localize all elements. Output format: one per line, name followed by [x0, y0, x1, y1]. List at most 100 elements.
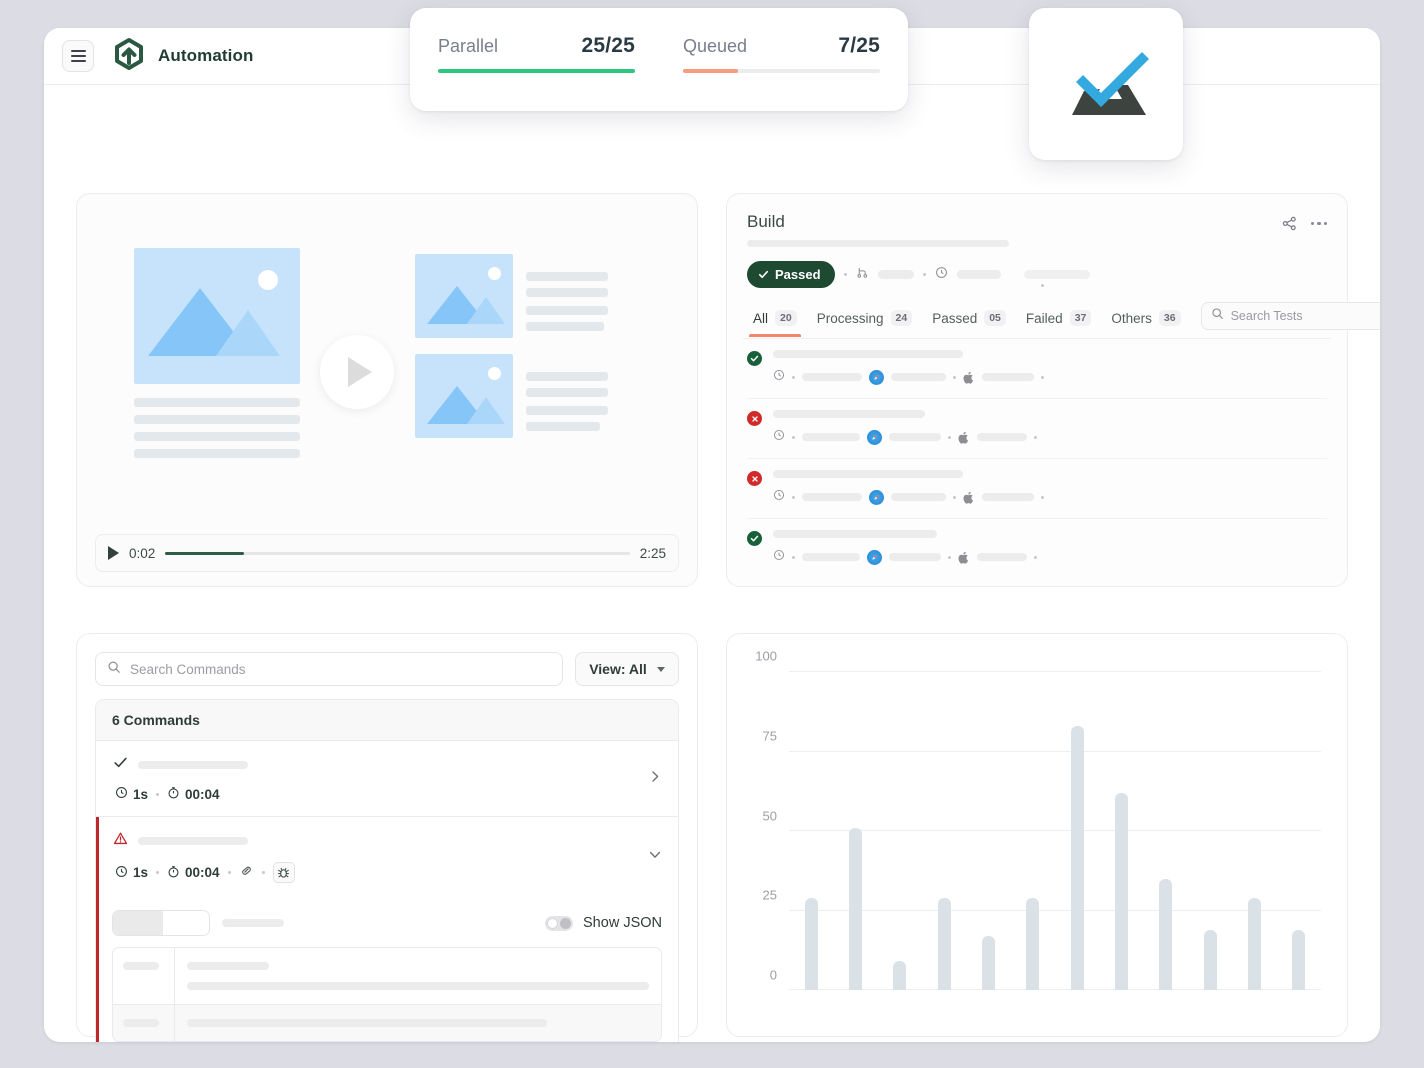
test-row-body: [773, 350, 1327, 386]
status-pass-icon: [747, 351, 762, 366]
hamburger-icon[interactable]: [62, 40, 94, 72]
test-row-body: [773, 530, 1327, 566]
separator-dot: [1041, 496, 1044, 499]
chevron-right-icon[interactable]: [648, 769, 662, 788]
separator-dot: [262, 871, 265, 874]
check-icon: [113, 755, 128, 775]
warning-triangle-icon: [113, 831, 128, 851]
test-row[interactable]: [747, 339, 1327, 399]
stat-progress-track: [683, 69, 880, 73]
chart-bar[interactable]: [1071, 726, 1084, 990]
command-detail: Show JSON: [96, 897, 678, 1042]
stat-label: Queued: [683, 36, 747, 57]
test-row-meta: [773, 548, 1327, 566]
more-horizontal-icon[interactable]: [1311, 222, 1328, 226]
search-commands-field[interactable]: [95, 652, 563, 686]
chevron-down-icon[interactable]: [648, 848, 662, 867]
tab-count: 05: [984, 310, 1006, 326]
product-logo-badge: [1029, 8, 1183, 160]
safari-browser-icon: [867, 550, 882, 565]
command-timestamp: 00:04: [167, 786, 220, 802]
status-badge-label: Passed: [775, 267, 821, 282]
tab-all[interactable]: All20: [743, 304, 807, 336]
chart-bar[interactable]: [849, 828, 862, 990]
separator-dot: [948, 556, 951, 559]
page-title: Automation: [158, 46, 253, 66]
chart-bar[interactable]: [1292, 930, 1305, 990]
screenshot-root: Automation: [0, 0, 1424, 1068]
status-badge: Passed: [747, 261, 835, 288]
command-row[interactable]: 1s 00:04: [96, 817, 678, 897]
stat-progress-fill: [438, 69, 635, 73]
play-icon[interactable]: [108, 546, 119, 560]
clock-icon: [773, 488, 785, 506]
tab-passed[interactable]: Passed05: [922, 304, 1016, 336]
test-row-meta: [773, 488, 1327, 506]
separator-dot: [923, 273, 926, 276]
clock-icon: [773, 548, 785, 566]
search-commands-input[interactable]: [130, 662, 551, 677]
tab-others[interactable]: Others 36: [1101, 304, 1190, 336]
safari-browser-icon: [869, 490, 884, 505]
tab-label: Others: [1111, 311, 1152, 326]
parallel-stats-card: Parallel25/25Queued7/25: [410, 8, 908, 111]
share-icon[interactable]: [1282, 216, 1297, 231]
tab-label: Failed: [1026, 311, 1063, 326]
detail-table: [112, 947, 662, 1042]
chart-bar[interactable]: [1115, 793, 1128, 990]
tab-count: 36: [1159, 310, 1181, 326]
test-row[interactable]: [747, 519, 1327, 578]
view-filter-select[interactable]: View: All: [575, 652, 679, 686]
toggle-switch-icon[interactable]: [545, 916, 573, 931]
search-tests-input[interactable]: [1231, 309, 1380, 323]
stat-progress-fill: [683, 69, 738, 73]
show-json-toggle-row[interactable]: Show JSON: [545, 915, 662, 931]
bar-chart: 1007550250: [727, 634, 1347, 1036]
table-row: [113, 1005, 661, 1041]
chart-plot-area: 1007550250: [789, 672, 1321, 990]
apple-icon: [958, 551, 970, 564]
chart-bar[interactable]: [805, 898, 818, 990]
video-scrubber[interactable]: [165, 552, 629, 555]
chart-bar[interactable]: [1248, 898, 1261, 990]
y-axis-tick: 0: [770, 968, 777, 983]
chart-bar[interactable]: [1026, 898, 1039, 990]
clock-icon: [115, 865, 128, 881]
chart-bar[interactable]: [1159, 879, 1172, 990]
placeholder-image-large: [134, 248, 300, 384]
git-branch-icon: [856, 266, 869, 284]
play-circle-icon[interactable]: [320, 335, 394, 409]
build-panel: Build: [726, 193, 1348, 587]
stat-value: 7/25: [838, 34, 880, 58]
separator-dot: [953, 376, 956, 379]
clock-icon: [115, 786, 128, 802]
chart-bar[interactable]: [982, 936, 995, 990]
status-fail-icon: [747, 471, 762, 486]
pill-link-icon[interactable]: [239, 863, 254, 883]
test-row[interactable]: [747, 399, 1327, 459]
test-row[interactable]: [747, 459, 1327, 519]
tab-processing[interactable]: Processing24: [807, 304, 922, 336]
separator-dot: [156, 793, 159, 796]
y-axis-tick: 25: [763, 888, 777, 903]
search-icon: [107, 660, 121, 679]
search-tests-field[interactable]: [1201, 302, 1380, 330]
command-duration: 1s: [115, 865, 148, 881]
y-axis-tick: 100: [755, 649, 777, 664]
apple-icon: [958, 431, 970, 444]
command-row[interactable]: 1s 00:04: [96, 741, 678, 817]
table-row: [113, 948, 661, 1005]
stopwatch-icon: [167, 865, 180, 881]
chart-bar[interactable]: [938, 898, 951, 990]
tab-failed[interactable]: Failed 37: [1016, 304, 1101, 336]
video-duration: 2:25: [640, 546, 666, 561]
brand: Automation: [112, 37, 253, 76]
separator-dot: [156, 871, 159, 874]
detail-segmented-control[interactable]: [112, 910, 210, 936]
chart-bar[interactable]: [893, 961, 906, 990]
bug-icon[interactable]: [273, 862, 295, 883]
separator-dot: [1041, 376, 1044, 379]
chart-bar[interactable]: [1204, 930, 1217, 990]
video-placeholder: [77, 194, 697, 526]
tab-count: 37: [1070, 310, 1092, 326]
